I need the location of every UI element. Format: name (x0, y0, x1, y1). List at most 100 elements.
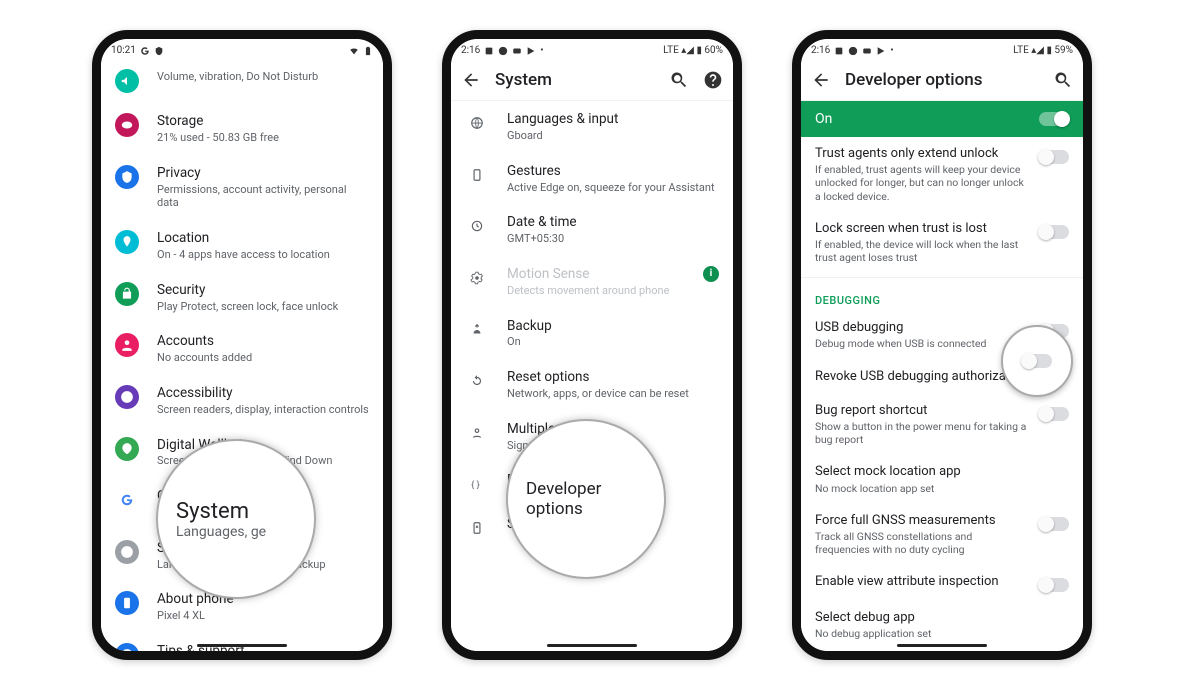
item-text: Accounts No accounts added (157, 333, 369, 365)
system-item-backup[interactable]: Backup On (451, 308, 733, 360)
settings-item-accounts[interactable]: Accounts No accounts added (101, 323, 383, 375)
settings-icon (115, 69, 139, 93)
item-title: Tips & support (157, 643, 369, 651)
status-time: 2:16 (461, 45, 480, 56)
system-item-motion-sense[interactable]: Motion Sense Detects movement around pho… (451, 256, 733, 308)
toggle-switch[interactable] (1039, 517, 1069, 531)
item-title: Location (157, 230, 369, 247)
settings-icon: i (115, 540, 139, 564)
g-icon (140, 46, 150, 56)
item-text: Lock screen when trust is lost If enable… (815, 221, 1029, 265)
settings-item-location[interactable]: Location On - 4 apps have access to loca… (101, 220, 383, 272)
option-select-mock-location-app[interactable]: Select mock location app No mock locatio… (801, 455, 1083, 503)
item-title: Accessibility (157, 385, 369, 402)
status-left: 2:16 • (811, 45, 894, 56)
item-title: Lock screen when trust is lost (815, 221, 1029, 237)
item-title: Enable view attribute inspection (815, 574, 1029, 590)
item-text: USB debugging Debug mode when USB is con… (815, 320, 1029, 350)
search-icon[interactable] (669, 70, 689, 90)
toggle-switch[interactable] (1039, 407, 1069, 421)
whatsapp-icon (498, 46, 508, 56)
system-item-date-time[interactable]: Date & time GMT+05:30 (451, 204, 733, 256)
usb-debugging-toggle[interactable] (1022, 354, 1052, 368)
system-item-gestures[interactable]: Gestures Active Edge on, squeeze for you… (451, 153, 733, 205)
info-badge[interactable]: i (703, 266, 719, 282)
playstore-icon (876, 46, 886, 56)
magnifier-title: System (176, 499, 296, 524)
item-text: Select mock location app No mock locatio… (815, 464, 1069, 494)
status-right: LTE ▴◢ ▮ 60% (663, 45, 723, 56)
pre-section-list: Trust agents only extend unlock If enabl… (801, 137, 1083, 273)
settings-icon (115, 333, 139, 357)
item-subtitle: No accounts added (157, 351, 369, 365)
settings-item-tips-support[interactable]: ? Tips & support Help articles, phone & … (101, 633, 383, 651)
phone-dev-options: 2:16 • LTE ▴◢ ▮ 59% Developer options On… (792, 30, 1092, 660)
screenshot-icon (484, 46, 494, 56)
item-subtitle: No debug application set (815, 627, 1069, 640)
status-left: 2:16 • (461, 45, 544, 56)
toggle-switch[interactable] (1039, 150, 1069, 164)
master-toggle-switch[interactable] (1039, 112, 1069, 126)
option-trust-agents-only-extend-unlock[interactable]: Trust agents only extend unlock If enabl… (801, 137, 1083, 212)
item-title: Gestures (507, 163, 719, 180)
option-bug-report-shortcut[interactable]: Bug report shortcut Show a button in the… (801, 394, 1083, 456)
item-title: Languages & input (507, 111, 719, 128)
system-icon (465, 516, 489, 540)
screen-3: 2:16 • LTE ▴◢ ▮ 59% Developer options On… (801, 39, 1083, 651)
status-time: 10:21 (111, 45, 136, 56)
system-icon: { } (465, 472, 489, 496)
system-item-languages-input[interactable]: Languages & input Gboard (451, 101, 733, 153)
system-icon (465, 214, 489, 238)
youtube-icon (512, 46, 522, 56)
settings-icon: ? (115, 643, 139, 651)
system-icon (465, 266, 489, 290)
system-item-reset-options[interactable]: Reset options Network, apps, or device c… (451, 359, 733, 411)
status-time: 2:16 (811, 45, 830, 56)
settings-item-storage[interactable]: Storage 21% used - 50.83 GB free (101, 103, 383, 155)
item-text: Trust agents only extend unlock If enabl… (815, 146, 1029, 203)
help-icon[interactable] (703, 70, 723, 90)
back-icon[interactable] (811, 70, 831, 90)
search-icon[interactable] (1053, 70, 1073, 90)
toggle-switch[interactable] (1039, 578, 1069, 592)
item-title: Reset options (507, 369, 719, 386)
toggle-switch[interactable] (1039, 225, 1069, 239)
option-select-debug-app[interactable]: Select debug app No debug application se… (801, 601, 1083, 649)
magnifier-system: System Languages, ge (156, 439, 316, 599)
settings-item-accessibility[interactable]: Accessibility Screen readers, display, i… (101, 375, 383, 427)
system-icon (465, 111, 489, 135)
item-text: Bug report shortcut Show a button in the… (815, 403, 1029, 447)
option-lock-screen-when-trust-is-lost[interactable]: Lock screen when trust is lost If enable… (801, 212, 1083, 274)
option-force-full-gnss-measurements[interactable]: Force full GNSS measurements Track all G… (801, 504, 1083, 566)
item-text: Select debug app No debug application se… (815, 610, 1069, 640)
system-icon (465, 318, 489, 342)
settings-item-sound[interactable]: Sound Volume, vibration, Do Not Disturb (101, 59, 383, 103)
settings-item-privacy[interactable]: Privacy Permissions, account activity, p… (101, 155, 383, 220)
section-debugging: DEBUGGING (801, 282, 1083, 311)
whatsapp-icon (848, 46, 858, 56)
dot-icon: • (540, 45, 543, 56)
option-enable-view-attribute-inspection[interactable]: Enable view attribute inspection (801, 565, 1083, 601)
back-icon[interactable] (461, 70, 481, 90)
settings-icon (115, 385, 139, 409)
item-text: Security Play Protect, screen lock, face… (157, 282, 369, 314)
item-text: Sound Volume, vibration, Do Not Disturb (157, 69, 369, 84)
item-subtitle: Show a button in the power menu for taki… (815, 420, 1029, 446)
item-text: Backup On (507, 318, 719, 350)
system-icon (465, 163, 489, 187)
page-title: Developer options (845, 70, 1039, 90)
dot-icon: • (890, 45, 893, 56)
item-subtitle: Gboard (507, 129, 719, 143)
item-subtitle: GMT+05:30 (507, 232, 719, 246)
item-text: Enable view attribute inspection (815, 574, 1029, 590)
settings-icon (115, 230, 139, 254)
settings-item-security[interactable]: Security Play Protect, screen lock, face… (101, 272, 383, 324)
shield-icon (154, 46, 164, 56)
item-subtitle: Pixel 4 XL (157, 609, 369, 623)
phone-settings: 10:21 Sound Volume, vibration, Do Not Di… (92, 30, 392, 660)
phone-system: 2:16 • LTE ▴◢ ▮ 60% System Languages & i… (442, 30, 742, 660)
item-subtitle: Play Protect, screen lock, face unlock (157, 300, 369, 314)
item-subtitle: 21% used - 50.83 GB free (157, 131, 369, 145)
item-text: Location On - 4 apps have access to loca… (157, 230, 369, 262)
master-toggle-bar[interactable]: On (801, 101, 1083, 137)
